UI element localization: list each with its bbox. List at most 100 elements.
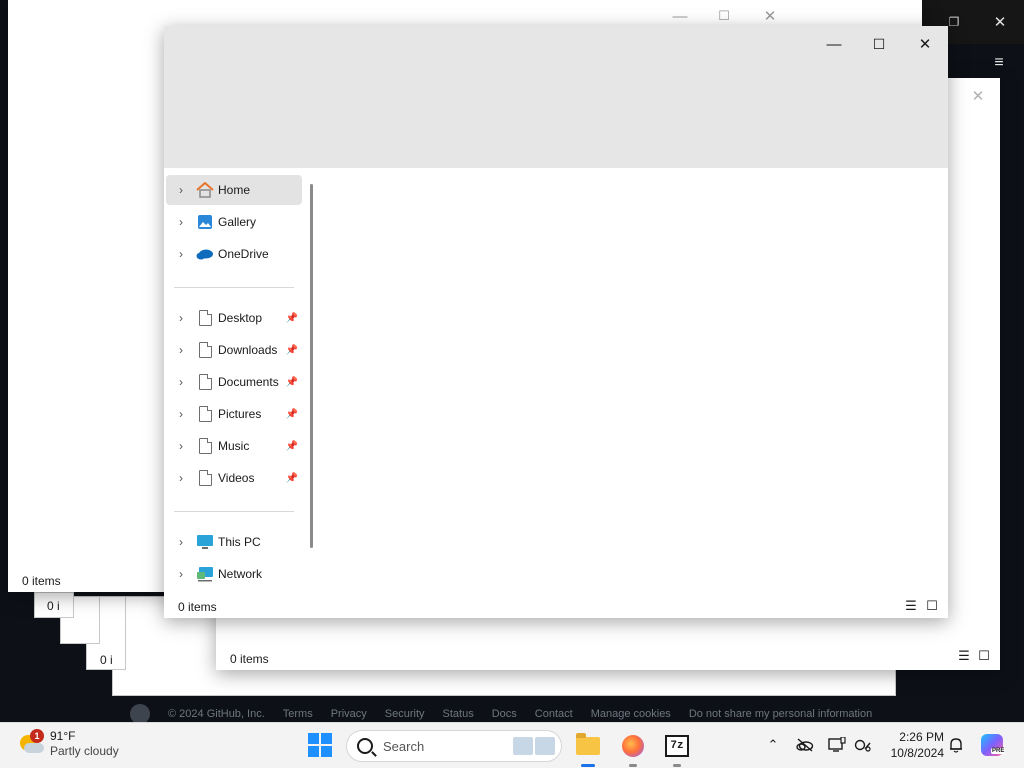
pin-icon[interactable]: 📌 (286, 377, 298, 388)
nav-item-label: Downloads (218, 343, 278, 357)
footer-link[interactable]: Docs (492, 708, 517, 720)
nav-item-gallery[interactable]: › Gallery (166, 207, 302, 237)
github-footer: © 2024 GitHub, Inc. Terms Privacy Securi… (130, 704, 872, 724)
status-text: 0 i (47, 599, 60, 613)
chevron-right-icon[interactable]: › (166, 439, 196, 453)
navigation-pane[interactable]: › Home › Gallery › OneDrive › Desktop � (164, 168, 320, 592)
nav-item-home[interactable]: › Home (166, 175, 302, 205)
file-icon (196, 469, 214, 487)
nav-item-onedrive[interactable]: › OneDrive (166, 239, 302, 269)
clock-time: 2:26 PM (899, 730, 944, 744)
file-list-area[interactable] (322, 168, 948, 592)
file-icon (196, 373, 214, 391)
close-icon[interactable]: ✕ (913, 30, 937, 58)
partly-cloudy-icon: 1 (18, 729, 44, 757)
nav-item-label: Music (218, 439, 250, 453)
footer-link[interactable]: Status (443, 708, 474, 720)
taskbar-search[interactable]: Search (346, 730, 562, 762)
explorer-window-main[interactable]: — ☐ ✕ › Home › Gallery › OneDrive › Desk… (164, 26, 948, 618)
pin-icon[interactable]: 📌 (286, 441, 298, 452)
chevron-right-icon[interactable]: › (166, 311, 196, 325)
copilot-preview-badge: PRE (991, 748, 1006, 754)
close-icon[interactable]: ✕ (966, 82, 990, 110)
this-pc-icon (196, 533, 214, 551)
nav-separator (174, 511, 294, 512)
details-view-icon[interactable]: ☰ (956, 648, 972, 664)
nav-item-this-pc[interactable]: › This PC (166, 527, 302, 557)
chevron-right-icon[interactable]: › (166, 471, 196, 485)
footer-link[interactable]: Manage cookies (591, 708, 671, 720)
search-icon (357, 738, 373, 754)
status-text: 0 items (22, 574, 61, 588)
nav-item-label: OneDrive (218, 247, 269, 261)
onedrive-offline-icon[interactable] (794, 735, 816, 755)
close-icon[interactable]: ✕ (988, 8, 1012, 36)
pin-icon[interactable]: 📌 (286, 473, 298, 484)
chevron-right-icon[interactable]: › (166, 183, 196, 197)
chevron-right-icon[interactable]: › (166, 375, 196, 389)
search-highlight-icon (513, 737, 555, 755)
chevron-right-icon[interactable]: › (166, 535, 196, 549)
hamburger-menu-icon[interactable]: ≡ (986, 50, 1012, 76)
notification-badge: 1 (30, 729, 44, 743)
file-icon (196, 405, 214, 423)
nav-scrollbar[interactable] (310, 184, 313, 548)
chevron-right-icon[interactable]: › (166, 215, 196, 229)
file-explorer-taskbar-button[interactable] (572, 730, 604, 767)
chevron-right-icon[interactable]: › (166, 247, 196, 261)
nav-item-label: Pictures (218, 407, 262, 421)
tiles-view-icon[interactable]: ☐ (924, 598, 940, 614)
nav-separator (174, 287, 294, 288)
nav-item-label: Network (218, 567, 263, 581)
chevron-right-icon[interactable]: › (166, 407, 196, 421)
search-label: Search (383, 738, 425, 754)
footer-copyright: © 2024 GitHub, Inc. (168, 708, 265, 720)
footer-link[interactable]: Terms (283, 708, 313, 720)
pin-icon[interactable]: 📌 (286, 345, 298, 356)
chevron-right-icon[interactable]: › (166, 567, 196, 581)
7zip-taskbar-button[interactable]: 7z (661, 730, 693, 767)
nav-item-desktop[interactable]: › Desktop 📌 (166, 303, 302, 333)
nav-item-documents[interactable]: › Documents 📌 (166, 367, 302, 397)
nav-item-label: Desktop (218, 311, 263, 325)
display-icon[interactable] (826, 735, 848, 755)
gallery-icon (196, 213, 214, 231)
nav-item-network[interactable]: › Network (166, 559, 302, 589)
maximize-icon[interactable]: ☐ (867, 30, 891, 58)
nav-item-music[interactable]: › Music 📌 (166, 431, 302, 461)
bell-icon[interactable] (946, 735, 966, 755)
nav-item-label: Documents (218, 375, 279, 389)
footer-link[interactable]: Do not share my personal information (689, 708, 872, 720)
start-button[interactable] (308, 733, 332, 757)
pin-icon[interactable]: 📌 (286, 409, 298, 420)
chevron-up-icon[interactable]: ⌃ (764, 735, 782, 755)
footer-link[interactable]: Privacy (331, 708, 367, 720)
weather-widget[interactable]: 1 91°F Partly cloudy (18, 729, 119, 759)
file-icon (196, 437, 214, 455)
nav-item-label: This PC (218, 535, 261, 549)
file-icon (196, 309, 214, 327)
nav-item-downloads[interactable]: › Downloads 📌 (166, 335, 302, 365)
nav-item-videos[interactable]: › Videos 📌 (166, 463, 302, 493)
nav-item-label: Gallery (218, 215, 257, 229)
footer-link[interactable]: Security (385, 708, 425, 720)
github-logo-icon[interactable] (130, 704, 150, 724)
details-view-icon[interactable]: ☰ (903, 598, 919, 614)
nav-item-pictures[interactable]: › Pictures 📌 (166, 399, 302, 429)
file-icon (196, 341, 214, 359)
window-titlebar[interactable]: — ☐ ✕ (164, 26, 948, 168)
pin-icon[interactable]: 📌 (286, 313, 298, 324)
minimize-icon[interactable]: — (822, 30, 846, 58)
home-icon (196, 181, 214, 199)
chevron-right-icon[interactable]: › (166, 343, 196, 357)
tiles-view-icon[interactable]: ☐ (976, 648, 992, 664)
status-text: 0 items (230, 652, 269, 666)
footer-link[interactable]: Contact (535, 708, 573, 720)
cascade-window-stub[interactable]: 0 i (34, 592, 74, 618)
status-text: 0 items (178, 600, 217, 614)
firefox-taskbar-button[interactable] (617, 730, 649, 767)
weather-temperature: 91°F (50, 729, 76, 743)
nav-item-label: Home (218, 183, 251, 197)
network-status-icon[interactable] (852, 735, 874, 755)
taskbar-clock[interactable]: 2:26 PM 10/8/2024 (880, 729, 944, 761)
